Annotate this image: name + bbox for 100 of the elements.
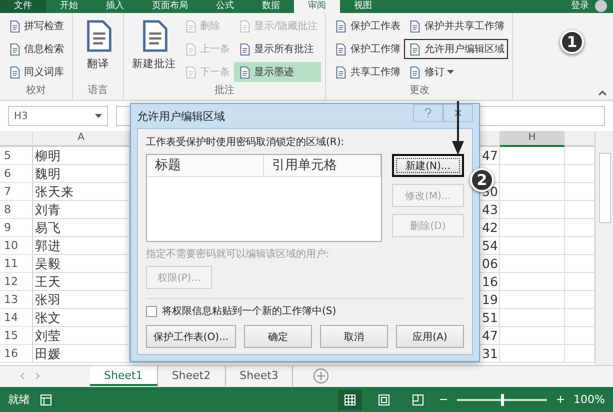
- ribbon-button[interactable]: 显示墨迹: [234, 62, 322, 82]
- ribbon-button[interactable]: 修订: [404, 62, 508, 82]
- page-icon: [334, 66, 348, 78]
- ribbon-button[interactable]: 保护工作簿: [330, 39, 404, 59]
- ribbon-button[interactable]: 翻译: [77, 16, 119, 74]
- group-label: 校对: [25, 84, 47, 98]
- scrollbar-thumb[interactable]: [598, 153, 610, 223]
- sign-in-link[interactable]: 登录: [571, 0, 589, 13]
- dialog-button[interactable]: 应用(A): [396, 325, 464, 348]
- ribbon-tab[interactable]: 插入: [92, 0, 138, 13]
- dialog-title: 允许用户编辑区域: [137, 108, 226, 124]
- view-icon: [344, 394, 356, 406]
- ribbon-button[interactable]: 新建批注: [128, 16, 180, 74]
- page-icon: [238, 66, 251, 78]
- column-header[interactable]: H: [500, 131, 565, 147]
- row-number: 11: [0, 255, 33, 273]
- add-sheet-icon[interactable]: [313, 368, 330, 384]
- page-icon: [238, 20, 251, 32]
- column-header[interactable]: A: [33, 131, 130, 147]
- row-number: 12: [0, 273, 33, 291]
- ribbon-button[interactable]: 信息检索: [4, 39, 68, 59]
- collapse-ribbon-icon[interactable]: [598, 90, 607, 96]
- page-icon: [184, 20, 197, 32]
- table-cell: [500, 309, 565, 327]
- table-cell: [500, 291, 565, 309]
- sheet-tab[interactable]: Sheet1: [90, 366, 158, 386]
- zoom-out-icon[interactable]: [440, 396, 447, 403]
- page-icon: [8, 42, 21, 56]
- caret-icon: [95, 114, 102, 118]
- dialog-button[interactable]: 确定: [244, 325, 312, 348]
- ribbon-button[interactable]: 允许用户编辑区域: [404, 39, 508, 59]
- ribbon-button[interactable]: 显示所有批注: [234, 39, 322, 59]
- dialog-button[interactable]: 取消: [320, 325, 388, 348]
- dialog-button[interactable]: 新建(N)...: [392, 154, 464, 177]
- dialog-button[interactable]: 保护工作表(O)...: [146, 325, 236, 348]
- view-icon: [412, 394, 424, 406]
- group-label: 更改: [408, 84, 430, 98]
- ribbon-tab[interactable]: 公式: [202, 0, 248, 13]
- table-cell: [500, 219, 565, 237]
- group-label: 批注: [214, 84, 236, 98]
- table-cell: [500, 165, 565, 183]
- name-box[interactable]: H3: [8, 106, 108, 126]
- page-icon: [408, 42, 422, 56]
- group-label: 语言: [87, 84, 109, 98]
- row-number: 7: [0, 183, 33, 201]
- page-icon: [408, 20, 422, 32]
- ribbon-tab[interactable]: 文件: [0, 0, 46, 13]
- page-icon: [334, 20, 348, 32]
- table-cell: [500, 327, 565, 345]
- list-column-header[interactable]: 引用单元格: [264, 155, 381, 176]
- ribbon-tab[interactable]: 开始: [46, 0, 92, 13]
- ribbon-button[interactable]: 共享工作簿: [330, 62, 404, 82]
- ranges-list[interactable]: 标题 引用单元格: [146, 154, 382, 242]
- page-icon: [334, 42, 348, 56]
- close-button[interactable]: [443, 104, 473, 122]
- vertical-scrollbar[interactable]: [595, 131, 613, 365]
- page-icon: [184, 42, 197, 56]
- table-cell: [500, 273, 565, 291]
- zoom-slider-thumb[interactable]: [500, 394, 504, 406]
- page-icon: [8, 66, 21, 78]
- table-cell: [500, 237, 565, 255]
- table-cell: [500, 201, 565, 219]
- caret-icon: [447, 70, 454, 74]
- ribbon-button[interactable]: 拼写检查: [4, 16, 68, 36]
- sheet-tab[interactable]: Sheet3: [226, 366, 294, 386]
- view-button[interactable]: [338, 390, 362, 410]
- page-icon: [184, 66, 197, 78]
- checkbox-label[interactable]: 将权限信息粘贴到一个新的工作簿中(S): [162, 304, 336, 318]
- macro-record-icon[interactable]: [40, 394, 52, 406]
- zoom-in-icon[interactable]: [556, 396, 564, 403]
- page-icon: [238, 42, 251, 56]
- list-column-header[interactable]: 标题: [147, 155, 264, 176]
- ribbon-button[interactable]: 保护并共享工作簿: [404, 16, 508, 36]
- help-icon: [424, 108, 432, 118]
- view-icon: [378, 394, 390, 406]
- row-number: 6: [0, 165, 33, 183]
- row-number: 5: [0, 147, 33, 165]
- zoom-level[interactable]: 100%: [574, 393, 605, 406]
- table-cell: [500, 255, 565, 273]
- row-number: 8: [0, 201, 33, 219]
- table-cell: [500, 183, 565, 201]
- checkbox[interactable]: [146, 306, 157, 316]
- page-icon: [408, 66, 422, 78]
- ribbon-tab[interactable]: 页面布局: [138, 0, 202, 13]
- ribbon-tab[interactable]: 视图: [340, 0, 386, 13]
- table-cell: [500, 345, 565, 363]
- row-number: 16: [0, 345, 33, 363]
- users-label: 指定不需要密码就可以编辑该区域的用户:: [146, 248, 330, 261]
- ranges-label: 工作表受保护时使用密码取消锁定的区域(R):: [146, 136, 346, 149]
- status-text: 就绪: [8, 392, 30, 407]
- sheet-tab[interactable]: Sheet2: [158, 366, 226, 386]
- ribbon-tab[interactable]: 数据: [248, 0, 294, 13]
- avatar-icon[interactable]: [595, 0, 607, 12]
- ribbon-button[interactable]: 保护工作表: [330, 16, 404, 36]
- ribbon-button[interactable]: 同义词库: [4, 62, 68, 82]
- table-cell: [500, 147, 565, 165]
- row-number: 10: [0, 237, 33, 255]
- page-icon: [8, 20, 21, 32]
- pointer-arrow: [452, 101, 464, 155]
- ribbon-tab[interactable]: 审阅: [294, 0, 340, 13]
